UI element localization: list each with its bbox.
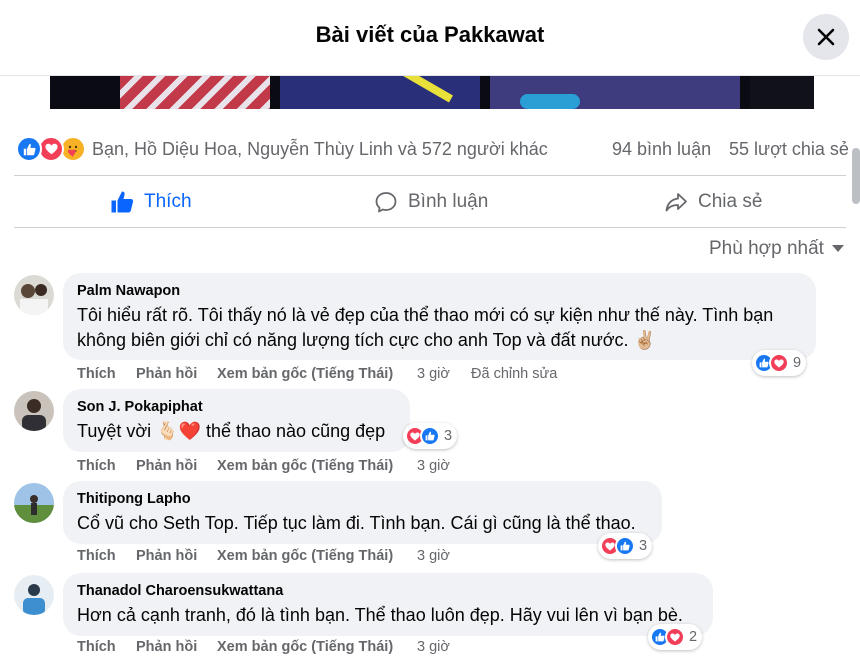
comment-author[interactable]: Palm Nawapon [77,283,180,299]
comment-meta: Thích Phản hồi Xem bản gốc (Tiếng Thái) … [77,548,497,568]
comment-reply-button[interactable]: Phản hồi [136,639,197,655]
reaction-count: 3 [639,538,648,554]
close-icon [817,28,835,46]
comment-reactions[interactable]: 3 [598,533,653,559]
avatar[interactable] [14,391,54,431]
dialog-title: Bài viết của Pakkawat [315,22,545,47]
see-original-button[interactable]: Xem bản gốc (Tiếng Thái) [217,458,393,474]
comment-meta: Thích Phản hồi Xem bản gốc (Tiếng Thái) … [77,458,497,478]
comment-timestamp[interactable]: 3 giờ [417,458,450,474]
like-reaction-icon [615,536,635,556]
comment-reactions[interactable]: 9 [752,350,807,376]
sort-label: Phù hợp nhất [709,238,824,259]
like-button-label: Thích [144,191,192,212]
share-button[interactable]: Chia sẻ [664,176,762,228]
comment-like-button[interactable]: Thích [77,458,116,474]
comment-author[interactable]: Thanadol Charoensukwattana [77,583,283,599]
thumbs-up-icon [111,191,134,213]
caret-down-icon [831,245,844,252]
see-original-button[interactable]: Xem bản gốc (Tiếng Thái) [217,639,393,655]
like-button[interactable]: Thích [110,176,192,228]
comment-bubble: Palm Nawapon Tôi hiểu rất rõ. Tôi thấy n… [63,273,816,360]
comment-text-line: không biên giới chỉ có năng lượng tích c… [77,330,656,350]
comment-text-line: Hơn cả cạnh tranh, đó là tình bạn. Thể t… [77,605,683,625]
comment-meta: Thích Phản hồi Xem bản gốc (Tiếng Thái) … [77,639,497,659]
edited-label: Đã chỉnh sửa [471,366,558,382]
reactions-row: Bạn, Hồ Diệu Hoa, Nguyễn Thùy Linh và 57… [16,134,852,166]
comment-like-button[interactable]: Thích [77,366,116,382]
comment-timestamp[interactable]: 3 giờ [417,366,450,382]
reaction-icons[interactable] [16,136,92,162]
like-reaction-icon [420,426,440,446]
post-action-bar: Thích Bình luận Chia sẻ [14,175,846,228]
comment-button[interactable]: Bình luận [374,176,488,228]
comments-count[interactable]: 94 bình luận [612,139,711,160]
love-reaction-icon [665,627,685,647]
comment-sort-dropdown[interactable]: Phù hợp nhất [709,238,844,260]
comment-author[interactable]: Son J. Pokapiphat [77,399,203,415]
comment-button-label: Bình luận [408,191,489,212]
comment-bubble: Thitipong Lapho Cổ vũ cho Seth Top. Tiếp… [63,481,662,544]
comment-reply-button[interactable]: Phản hồi [136,366,197,382]
like-reaction-icon [16,136,42,162]
comment-reply-button[interactable]: Phản hồi [136,548,197,564]
see-original-button[interactable]: Xem bản gốc (Tiếng Thái) [217,548,393,564]
comment-text-line: Tuyệt vời 🫰🏻❤️ thể thao nào cũng đẹp [77,421,386,441]
post-media[interactable] [50,76,814,109]
see-original-button[interactable]: Xem bản gốc (Tiếng Thái) [217,366,393,382]
dialog-header: Bài viết của Pakkawat [0,0,860,76]
avatar[interactable] [14,275,54,315]
share-button-label: Chia sẻ [698,191,763,212]
comment-like-button[interactable]: Thích [77,639,116,655]
comment-meta: Thích Phản hồi Xem bản gốc (Tiếng Thái) … [77,366,577,386]
share-icon [665,193,687,212]
comment-author[interactable]: Thitipong Lapho [77,491,191,507]
avatar[interactable] [14,575,54,615]
comment-reactions[interactable]: 3 [403,423,458,449]
comment-reactions[interactable]: 2 [648,624,703,650]
comment-timestamp[interactable]: 3 giờ [417,548,450,564]
comment-text-line: Cổ vũ cho Seth Top. Tiếp tục làm đi. Tìn… [77,513,636,533]
comment-icon [375,192,397,213]
comment-reply-button[interactable]: Phản hồi [136,458,197,474]
shares-count[interactable]: 55 lượt chia sẻ [729,139,849,160]
comment-like-button[interactable]: Thích [77,548,116,564]
avatar[interactable] [14,483,54,523]
reaction-count: 2 [689,629,698,645]
comment-bubble: Thanadol Charoensukwattana Hơn cả cạnh t… [63,573,713,636]
reaction-count: 9 [793,355,802,371]
comment-text-line: Tôi hiểu rất rõ. Tôi thấy nó là vẻ đẹp c… [77,305,774,325]
comment-bubble: Son J. Pokapiphat Tuyệt vời 🫰🏻❤️ thể tha… [63,389,410,452]
close-button[interactable] [803,14,849,60]
love-reaction-icon [769,353,789,373]
scrollbar[interactable] [852,148,860,204]
comment-timestamp[interactable]: 3 giờ [417,639,450,655]
reaction-count: 3 [444,428,453,444]
reaction-summary[interactable]: Bạn, Hồ Diệu Hoa, Nguyễn Thùy Linh và 57… [92,139,548,160]
